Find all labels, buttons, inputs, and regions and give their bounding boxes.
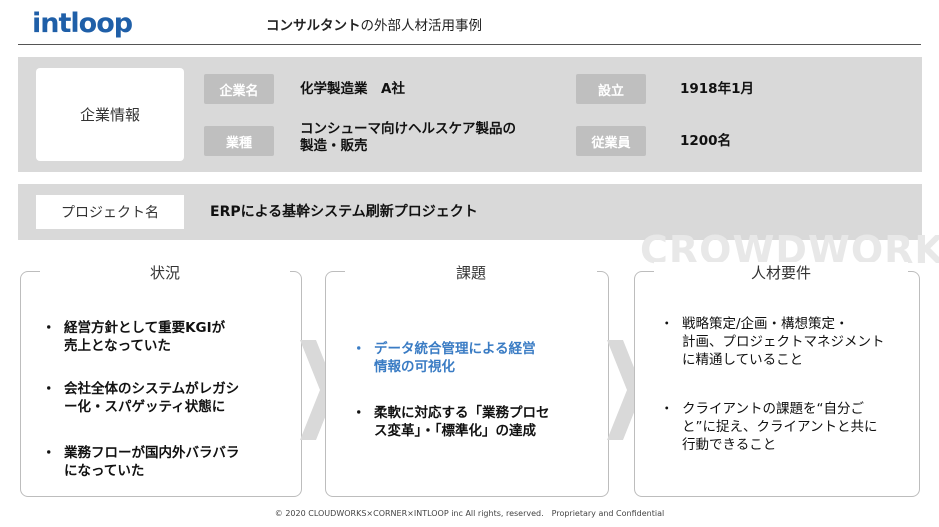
issues-panel <box>325 271 609 497</box>
industry-value-line2: 製造・販売 <box>300 137 368 154</box>
employees-label: 従業員 <box>576 126 646 156</box>
page-title-rest: の外部人材活用事例 <box>360 18 483 34</box>
intloop-logo: intloop <box>32 8 133 39</box>
industry-label: 業種 <box>204 126 274 156</box>
requirements-panel <box>634 271 920 497</box>
header-divider <box>18 44 921 45</box>
company-info-label: 企業情報 <box>36 68 184 161</box>
situation-bullet-1: ・経営方針として重要KGIが 売上となっていた <box>42 320 226 355</box>
situation-title: 状況 <box>40 262 290 283</box>
issues-bullet-1: ・データ統合管理による経営 情報の可視化 <box>352 341 536 376</box>
project-value: ERPによる基幹システム刷新プロジェクト <box>210 204 478 220</box>
page-title: コンサルタントの外部人材活用事例 <box>266 14 482 34</box>
requirements-bullet-2: ・クライアントの課題を“自分ご と”に捉え、クライアントと共に 行動できること <box>660 401 878 454</box>
requirements-bullet-1: ・戦略策定/企画・構想策定・ 計画、プロジェクトマネジメント に精通していること <box>660 316 885 369</box>
issues-title: 課題 <box>345 262 597 283</box>
situation-bullet-2: ・会社全体のシステムがレガシ ー化・スパゲッティ状態に <box>42 381 240 416</box>
project-label: プロジェクト名 <box>36 195 184 229</box>
issues-bullet-2: ・柔軟に対応する「業務プロセ ス変革」・「標準化」の達成 <box>352 405 550 440</box>
page-title-bold: コンサルタント <box>266 18 361 34</box>
requirements-title: 人材要件 <box>654 262 908 283</box>
company-name-value: 化学製造業 A社 <box>300 81 405 97</box>
company-name-label: 企業名 <box>204 74 274 104</box>
situation-bullet-3: ・業務フローが国内外バラバラ になっていた <box>42 445 240 480</box>
employees-value: 1200名 <box>680 133 732 149</box>
industry-value-line1: コンシューマ向けヘルスケア製品の <box>300 121 516 137</box>
founded-label: 設立 <box>576 74 646 104</box>
footer-copyright: © 2020 CLOUDWORKS×CORNER×INTLOOP inc All… <box>274 509 665 518</box>
industry-value: コンシューマ向けヘルスケア製品の 製造・販売 <box>300 121 516 155</box>
founded-value: 1918年1月 <box>680 81 754 97</box>
